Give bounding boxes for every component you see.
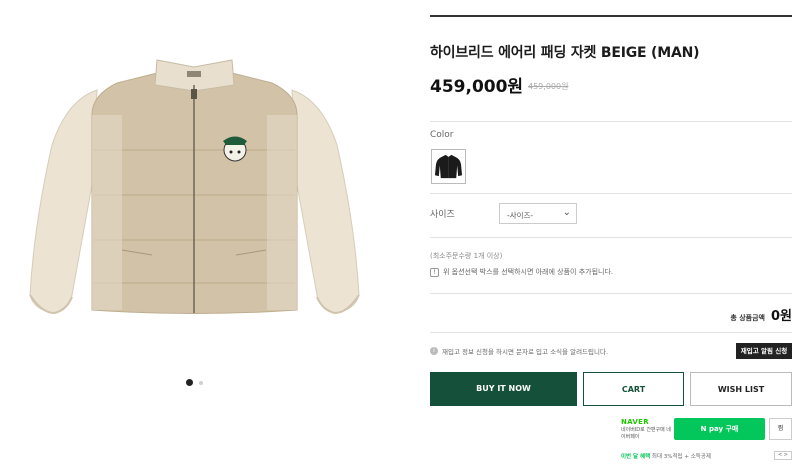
divider [430,15,792,17]
product-gallery [0,0,400,472]
info-icon: i [430,347,438,355]
total-price: 총 상품금액 0원 [730,305,792,324]
option-notice: ! 위 옵션선택 박스를 선택하시면 아래에 상품이 추가됩니다. [430,267,613,277]
gallery-dot[interactable] [199,380,203,385]
naver-pay-widget: NAVER 네이버ID로 간편구매 네이버페이 N pay 구매 찜 이번 달 … [619,414,792,464]
product-detail: 하이브리드 에어리 패딩 자켓 BEIGE (MAN) 459,000원 459… [430,0,792,472]
cart-button[interactable]: CART [583,372,684,406]
restock-alert-button[interactable]: 재입고 알림 신청 [736,343,792,359]
gallery-pagination [186,379,203,386]
chevron-down-icon: ⌄ [562,207,571,218]
product-title: 하이브리드 에어리 패딩 자켓 BEIGE (MAN) [430,45,700,61]
total-amount: 0원 [770,309,792,324]
divider [430,332,792,333]
naver-logo: NAVER [621,418,649,426]
original-price: 459,000원 [528,82,569,91]
total-label: 총 상품금액 [730,314,765,322]
buy-now-button[interactable]: BUY IT NOW [430,372,577,406]
swatch-jacket-icon [434,154,463,179]
info-icon: ! [430,267,439,277]
divider [430,237,792,238]
size-label: 사이즈 [430,210,455,220]
benefit-text: 최대 3%적립 + 소득공제 [651,454,711,460]
min-order-note: (최소주문수량 1개 이상) [430,252,503,260]
color-swatch-black[interactable] [431,149,466,184]
divider [430,121,792,122]
naver-benefit: 이번 달 혜택 최대 3%적립 + 소득공제 [621,452,711,460]
benefit-label: 이번 달 혜택 [621,454,651,460]
product-price: 459,000원 [430,77,524,97]
naver-pay-button-label: pay 구매 [708,425,739,433]
gallery-dot-active[interactable] [186,379,193,386]
divider [430,293,792,294]
naver-pay-button[interactable]: N pay 구매 [674,418,765,440]
naver-pay-subtext: 네이버ID로 간편구매 네이버페이 [621,427,671,440]
npay-icon: N [700,425,707,433]
option-notice-text: 위 옵션선택 박스를 선택하시면 아래에 상품이 추가됩니다. [443,268,614,276]
restock-note-text: 재입고 정보 신청을 하시면 문자로 입고 소식을 알려드립니다. [442,348,609,356]
size-select-value: -사이즈- [507,211,534,220]
restock-note: i 재입고 정보 신청을 하시면 문자로 입고 소식을 알려드립니다. [430,346,608,356]
naver-wish-button[interactable]: 찜 [769,418,792,440]
color-label: Color [430,130,454,140]
naver-benefit-pager[interactable]: < > [774,451,792,460]
product-image[interactable] [22,55,367,330]
wishlist-button[interactable]: WISH LIST [690,372,792,406]
size-select[interactable]: -사이즈- ⌄ [499,203,577,224]
divider [430,193,792,194]
